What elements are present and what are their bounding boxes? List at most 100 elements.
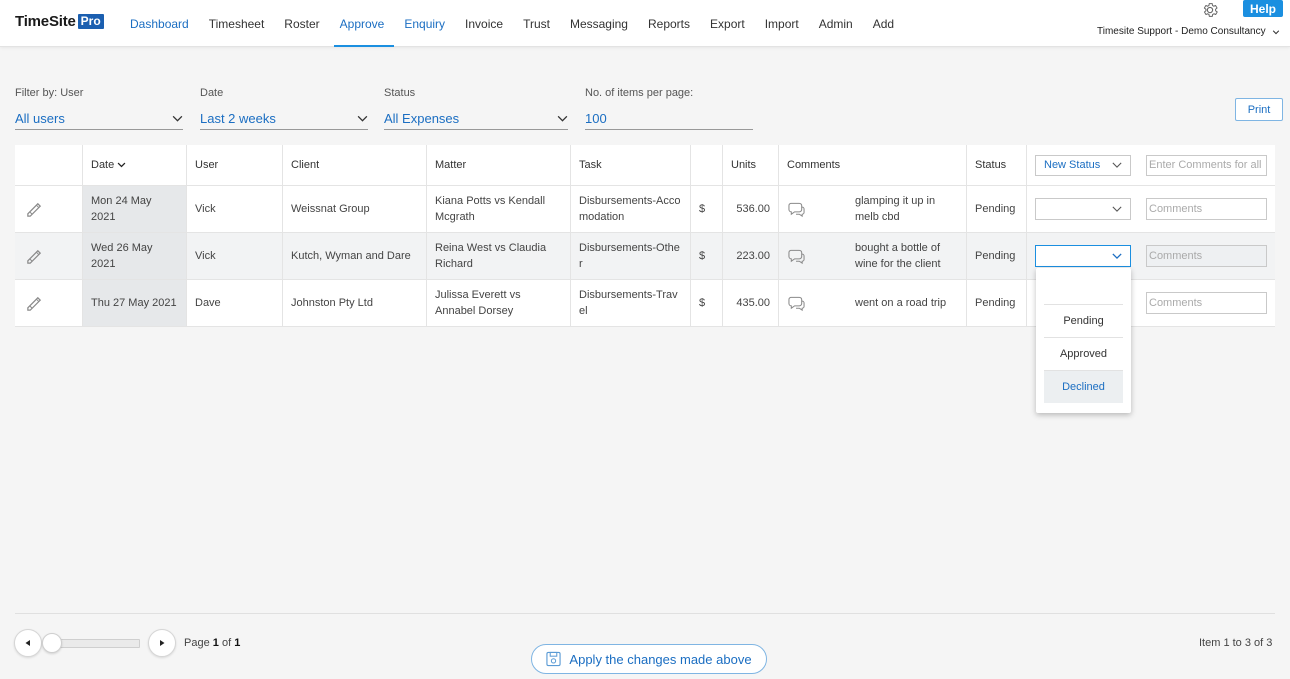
status-option-declined[interactable]: Declined <box>1044 370 1123 403</box>
comment-bubble-icon[interactable] <box>787 248 806 265</box>
row-date: Thu 27 May 2021 <box>83 280 187 326</box>
row-status-select[interactable] <box>1035 245 1131 267</box>
status-option-approved[interactable]: Approved <box>1044 337 1123 370</box>
nav-enquiry[interactable]: Enquiry <box>394 0 455 47</box>
nav-roster[interactable]: Roster <box>274 0 329 47</box>
gear-icon[interactable] <box>1201 1 1219 19</box>
row-task: Disbursements-Other <box>571 233 691 279</box>
row-comment: bought a bottle of wine for the client <box>847 233 967 279</box>
page-current: 1 <box>212 637 219 649</box>
edit-cell <box>15 233 83 279</box>
nav-messaging[interactable]: Messaging <box>560 0 638 47</box>
row-units: 536.00 <box>723 186 779 232</box>
edit-cell <box>15 186 83 232</box>
row-comment: glamping it up in melb cbd <box>847 186 967 232</box>
save-icon <box>546 651 562 667</box>
row-comment-input[interactable] <box>1146 292 1267 314</box>
prev-page-button[interactable] <box>14 629 42 657</box>
filter-status-value: All Expenses <box>384 110 460 126</box>
filter-user-select[interactable]: All users <box>15 107 183 130</box>
filter-user: Filter by: User All users <box>15 87 183 130</box>
account-label: Timesite Support - Demo Consultancy <box>1097 26 1266 37</box>
row-status: Pending <box>967 280 1027 326</box>
table-row: Mon 24 May 2021 Vick Weissnat Group Kian… <box>15 186 1275 233</box>
row-user: Vick <box>187 233 283 279</box>
chevron-down-icon <box>1112 162 1122 168</box>
nav-add[interactable]: Add <box>863 0 904 47</box>
nav-timesheet[interactable]: Timesheet <box>199 0 275 47</box>
row-comment-input-cell <box>1138 233 1275 279</box>
caret-left-icon <box>25 640 30 646</box>
pencil-icon[interactable] <box>25 294 44 313</box>
row-task: Disbursements-Travel <box>571 280 691 326</box>
header-matter: Matter <box>427 145 571 185</box>
help-button[interactable]: Help <box>1243 0 1283 17</box>
header-task: Task <box>571 145 691 185</box>
row-comment-input-cell <box>1138 280 1275 326</box>
header-new-status: New Status <box>1027 145 1147 185</box>
status-dropdown-menu: Pending Approved Declined <box>1036 268 1131 413</box>
apply-changes-button[interactable]: Apply the changes made above <box>531 644 767 674</box>
row-status: Pending <box>967 186 1027 232</box>
print-button[interactable]: Print <box>1235 98 1283 121</box>
row-matter: Kiana Potts vs Kendall Mcgrath <box>427 186 571 232</box>
filter-date-select[interactable]: Last 2 weeks <box>200 107 368 130</box>
row-comment: went on a road trip <box>847 280 967 326</box>
comments-all-input[interactable] <box>1146 154 1267 176</box>
status-option-pending[interactable]: Pending <box>1044 304 1123 337</box>
row-units: 435.00 <box>723 280 779 326</box>
filter-status-label: Status <box>384 87 416 99</box>
chevron-down-icon <box>1112 206 1122 212</box>
filter-status: Status All Expenses <box>384 87 568 130</box>
table-header-row: Date User Client Matter Task Units Comme… <box>15 145 1275 186</box>
page-indicator: Page 1 of 1 <box>184 637 240 649</box>
row-currency: $ <box>691 233 723 279</box>
row-comment-input[interactable] <box>1146 198 1267 220</box>
new-status-label: New Status <box>1044 159 1101 171</box>
nav-approve[interactable]: Approve <box>330 0 395 47</box>
header-status: Status <box>967 145 1027 185</box>
row-date: Mon 24 May 2021 <box>83 186 187 232</box>
header-comments-all <box>1138 145 1275 185</box>
caret-right-icon <box>160 640 165 646</box>
nav-invoice[interactable]: Invoice <box>455 0 513 47</box>
row-comment-icon-cell <box>779 186 843 232</box>
app-logo[interactable]: TimeSite Pro <box>15 13 104 30</box>
filter-per-page: No. of items per page: 100 <box>585 87 753 130</box>
page-total: 1 <box>234 637 241 649</box>
page-slider-handle[interactable] <box>42 633 62 653</box>
header-comments: Comments <box>779 145 967 185</box>
top-navigation-bar: TimeSite Pro Dashboard Timesheet Roster … <box>0 0 1290 47</box>
new-status-all-select[interactable]: New Status <box>1035 154 1131 176</box>
account-menu[interactable]: Timesite Support - Demo Consultancy <box>1097 26 1280 37</box>
pencil-icon[interactable] <box>25 247 44 266</box>
nav-export[interactable]: Export <box>700 0 755 47</box>
row-status-select[interactable] <box>1035 198 1131 220</box>
nav-trust[interactable]: Trust <box>513 0 560 47</box>
nav-reports[interactable]: Reports <box>638 0 700 47</box>
header-date[interactable]: Date <box>83 145 187 185</box>
nav-import[interactable]: Import <box>755 0 809 47</box>
header-user: User <box>187 145 283 185</box>
filter-per-page-label: No. of items per page: <box>585 87 694 99</box>
nav-dashboard[interactable]: Dashboard <box>120 0 199 47</box>
per-page-input[interactable]: 100 <box>585 107 753 130</box>
chevron-down-icon <box>557 115 568 122</box>
comment-bubble-icon[interactable] <box>787 201 806 218</box>
header-units: Units <box>723 145 779 185</box>
row-comment-input[interactable] <box>1146 245 1267 267</box>
nav-admin[interactable]: Admin <box>809 0 863 47</box>
page-prefix: Page <box>184 637 210 649</box>
sort-chevron-icon <box>117 162 126 168</box>
comment-bubble-icon[interactable] <box>787 295 806 312</box>
pencil-icon[interactable] <box>25 200 44 219</box>
main-nav: Dashboard Timesheet Roster Approve Enqui… <box>120 0 904 47</box>
status-option-blank[interactable] <box>1044 268 1123 301</box>
filter-status-select[interactable]: All Expenses <box>384 107 568 130</box>
logo-text: TimeSite <box>15 13 76 30</box>
filter-date-value: Last 2 weeks <box>200 110 276 126</box>
row-task: Disbursements-Accomodation <box>571 186 691 232</box>
next-page-button[interactable] <box>148 629 176 657</box>
chevron-down-icon <box>357 115 368 122</box>
header-currency <box>691 145 723 185</box>
